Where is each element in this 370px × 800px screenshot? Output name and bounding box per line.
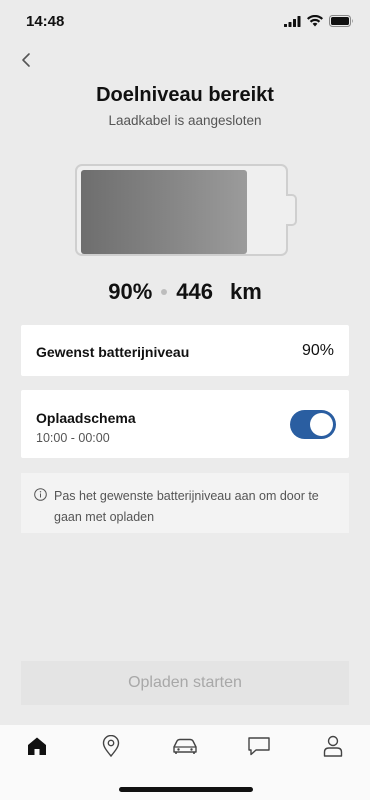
tab-location[interactable] (96, 734, 126, 762)
battery-fill (81, 170, 247, 254)
chat-icon (247, 736, 271, 761)
separator-dot (161, 289, 168, 295)
car-icon (172, 737, 198, 760)
status-time: 14:48 (26, 13, 65, 30)
target-level-value: 90% (301, 342, 334, 359)
status-bar: 14:48 (0, 0, 370, 44)
tab-profile[interactable] (318, 735, 348, 761)
page-subtitle: Laadkabel is aangesloten (108, 113, 262, 128)
range-unit: km (229, 279, 262, 304)
home-indicator (119, 787, 253, 792)
schedule-time-range: 10:00 - 00:00 (36, 431, 110, 445)
schedule-label: Oplaadschema (36, 410, 136, 426)
start-charging-button[interactable]: Opladen starten (21, 661, 349, 705)
charging-schedule-card: Oplaadschema 10:00 - 00:00 (21, 390, 349, 458)
charge-summary: 90% 446 km (0, 279, 370, 305)
target-battery-level-card[interactable]: Gewenst batterijniveau 90% (21, 325, 349, 376)
wifi-icon (307, 14, 323, 32)
info-text: Pas het gewenste batterijniveau aan om d… (54, 489, 319, 524)
info-icon (34, 488, 47, 506)
page-title: Doelniveau bereikt (96, 84, 274, 106)
battery-tip (286, 194, 297, 226)
battery-track (81, 170, 265, 254)
schedule-toggle[interactable] (290, 410, 336, 439)
toggle-knob (310, 413, 333, 436)
home-icon (27, 736, 47, 761)
info-box: Pas het gewenste batterijniveau aan om d… (21, 473, 349, 533)
tab-messages[interactable] (244, 735, 274, 761)
status-icons (284, 14, 354, 32)
chevron-left-icon (20, 52, 32, 73)
location-pin-icon (102, 734, 120, 762)
charge-percent: 90% (108, 279, 153, 304)
battery-shell (75, 164, 288, 256)
signal-icon (284, 14, 301, 32)
tab-car[interactable] (170, 735, 200, 761)
battery-status-icon (329, 14, 354, 32)
back-button[interactable] (14, 50, 38, 74)
battery-graphic (75, 164, 297, 258)
target-level-label: Gewenst batterijniveau (36, 344, 190, 360)
profile-icon (323, 735, 343, 762)
tab-home[interactable] (22, 735, 52, 761)
range-value: 446 (176, 279, 213, 304)
